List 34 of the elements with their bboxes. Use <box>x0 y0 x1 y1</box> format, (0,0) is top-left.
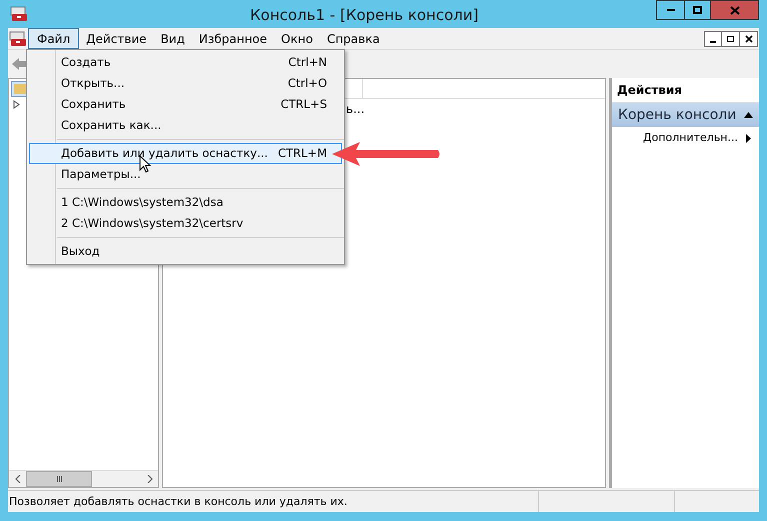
section-title: Корень консоли <box>618 106 736 124</box>
option-label: 2 C:\Windows\system32\certsrv <box>61 214 244 232</box>
shortcut-text: Ctrl+O <box>288 74 327 92</box>
section-header[interactable]: Корень консоли <box>612 103 759 127</box>
menu-option[interactable]: Создать Ctrl+N <box>29 52 342 73</box>
menu-item[interactable]: Избранное <box>192 28 274 49</box>
menu-item[interactable]: Файл <box>28 28 80 49</box>
menu-option[interactable]: 1 C:\Windows\system32\dsa <box>29 192 342 213</box>
window-title: Консоль1 - [Корень консоли] <box>250 5 478 26</box>
status-text: Позволяет добавлять оснастки в консоль или удалять их. <box>8 494 348 510</box>
action-item[interactable]: Дополнительн... <box>612 127 759 149</box>
menu-option[interactable]: Открыть... Ctrl+O <box>29 73 342 94</box>
shortcut-text: CTRL+S <box>280 96 327 113</box>
option-label: Сохранить <box>61 96 126 113</box>
menu-item[interactable]: Справка <box>320 28 387 49</box>
option-label: Выход <box>61 242 100 260</box>
option-label: Открыть... <box>61 74 125 92</box>
menu-option[interactable]: Сохранить как... <box>29 115 342 136</box>
option-label: Сохранить как... <box>61 116 162 134</box>
option-label: 1 C:\Windows\system32\dsa <box>61 194 224 211</box>
list-item-text: ь... <box>346 102 365 116</box>
menu-option[interactable]: Сохранить CTRL+S <box>29 94 342 115</box>
menu-item[interactable]: Вид <box>154 28 192 49</box>
menu-option[interactable]: Выход <box>29 241 342 262</box>
option-label: Добавить или удалить оснастку... <box>61 144 268 162</box>
option-label: Параметры... <box>61 166 141 183</box>
shortcut-text: CTRL+M <box>278 144 327 162</box>
option-label: Создать <box>61 54 111 71</box>
menu-option[interactable]: Добавить или удалить оснастку... CTRL+M <box>29 143 342 164</box>
menu-option[interactable]: 2 C:\Windows\system32\certsrv <box>29 213 342 234</box>
menu-option[interactable]: Параметры... <box>29 164 342 185</box>
menu-item[interactable]: Окно <box>274 28 320 49</box>
shortcut-text: Ctrl+N <box>288 54 327 71</box>
menu-item[interactable]: Действие <box>79 28 154 49</box>
